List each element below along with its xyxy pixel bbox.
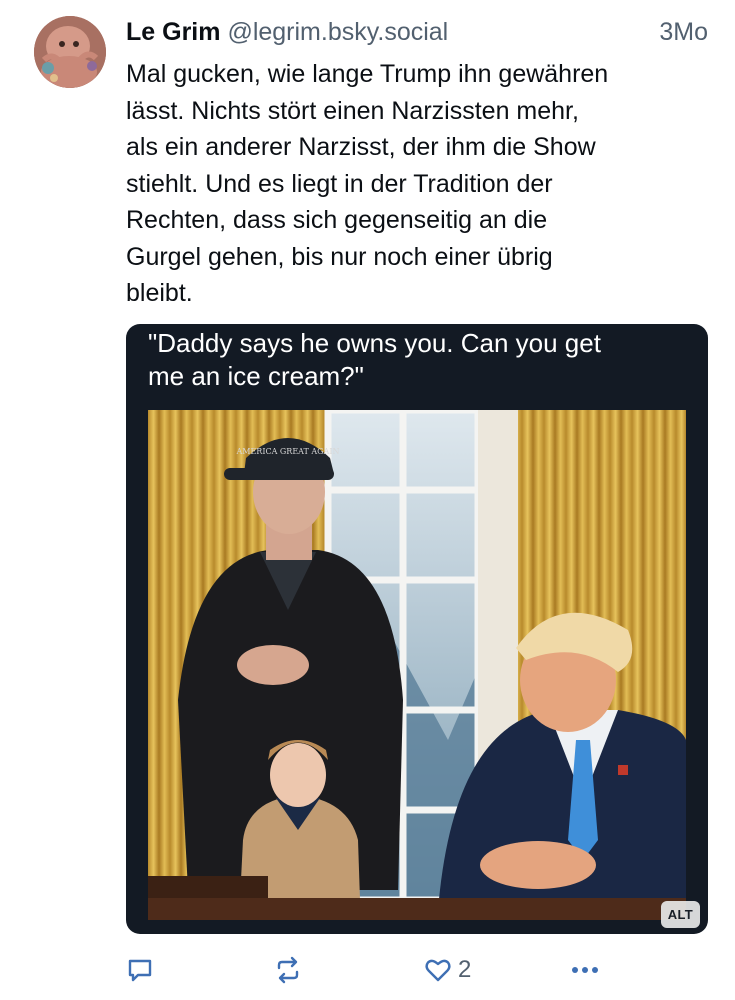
more-options-button[interactable]: [570, 950, 600, 990]
media-embed[interactable]: "Daddy says he owns you. Can you get me …: [126, 324, 708, 934]
post-text-line: Gurgel gehen, bis nur noch einer übrig: [126, 242, 553, 271]
meme-photo[interactable]: AMERICA GREAT AGAIN: [148, 410, 686, 920]
alt-text-badge[interactable]: ALT: [660, 901, 700, 928]
like-count: 2: [458, 956, 472, 983]
post-timestamp[interactable]: 3Mo: [659, 14, 708, 50]
avatar[interactable]: [34, 16, 106, 88]
post-text-line: als ein anderer Narzisst, der ihm die Sh…: [126, 133, 596, 161]
post-text-line: Rechten, dass sich gegenseitig an die: [126, 206, 548, 234]
like-button[interactable]: 2: [424, 950, 471, 990]
post-text: Mal gucken, wie lange Trump ihn gewähren…: [126, 56, 716, 312]
repost-icon: [273, 956, 303, 984]
post-header: Le Grim @legrim.bsky.social 3Mo: [126, 14, 708, 50]
heart-icon: [424, 956, 452, 984]
post-text-line: Mal gucken, wie lange Trump ihn gewähren: [126, 60, 609, 88]
post-text-line: stiehlt. Und es liegt in der Tradition d…: [126, 169, 553, 198]
post-actions: 2: [126, 950, 606, 990]
avatar-image: [34, 16, 106, 88]
post: Le Grim @legrim.bsky.social 3Mo Mal guck…: [0, 0, 735, 1000]
reply-button[interactable]: [126, 950, 154, 990]
post-text-line: bleibt.: [126, 279, 193, 307]
repost-button[interactable]: [273, 950, 303, 990]
oval-office-photo: AMERICA GREAT AGAIN: [148, 410, 686, 920]
post-text-line: lässt. Nichts stört einen Narzissten meh…: [126, 96, 579, 125]
meme-caption-line: me an ice cream?": [148, 361, 364, 391]
meme-caption: "Daddy says he owns you. Can you get me …: [148, 327, 688, 393]
cap-text: AMERICA GREAT AGAIN: [235, 447, 339, 456]
more-dots-icon: [570, 965, 600, 975]
author-name[interactable]: Le Grim: [126, 18, 220, 46]
reply-icon: [126, 956, 154, 984]
meme-caption-line: "Daddy says he owns you. Can you get: [148, 328, 601, 358]
author-handle[interactable]: @legrim.bsky.social: [227, 18, 448, 46]
